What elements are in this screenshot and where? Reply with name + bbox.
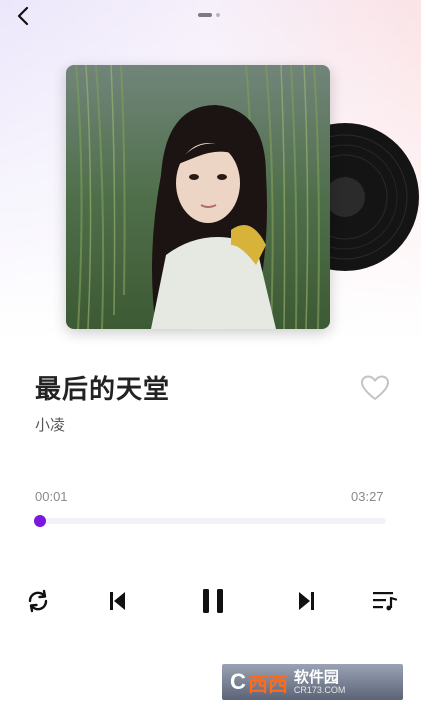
progress-slider[interactable] (34, 515, 386, 527)
page-indicator[interactable] (198, 13, 220, 17)
back-button[interactable] (12, 4, 36, 28)
heart-outline-icon (361, 375, 389, 400)
next-button[interactable] (290, 584, 324, 618)
song-title: 最后的天堂 (35, 375, 171, 405)
skip-next-icon (299, 592, 314, 610)
total-time: 03:27 (351, 489, 384, 504)
watermark-brand: 西西 (247, 671, 288, 696)
play-pause-button[interactable] (195, 583, 231, 619)
current-time: 00:01 (35, 489, 68, 504)
album-art-image (66, 65, 330, 329)
previous-button[interactable] (100, 584, 134, 618)
repeat-button[interactable] (21, 584, 55, 618)
page-dot-active (198, 13, 212, 17)
skip-previous-icon (110, 592, 125, 610)
pause-icon (203, 589, 223, 613)
repeat-icon (28, 589, 48, 613)
like-button[interactable] (360, 374, 390, 402)
playlist-icon (373, 592, 398, 611)
watermark-mark: C (230, 669, 246, 694)
watermark-text: 软件园 CR173.COM (294, 669, 346, 695)
artist-name[interactable]: 小凌 (35, 414, 65, 435)
playlist-button[interactable] (368, 584, 402, 618)
progress-thumb[interactable] (34, 515, 46, 527)
watermark-tagline: 软件园 (293, 668, 339, 686)
page-dot (216, 13, 220, 17)
chevron-left-icon (17, 6, 29, 26)
album-cover[interactable] (66, 65, 330, 329)
watermark-url: CR173.COM (293, 685, 346, 695)
watermark-logo: C 西西 软件园 CR173.COM (222, 664, 403, 700)
